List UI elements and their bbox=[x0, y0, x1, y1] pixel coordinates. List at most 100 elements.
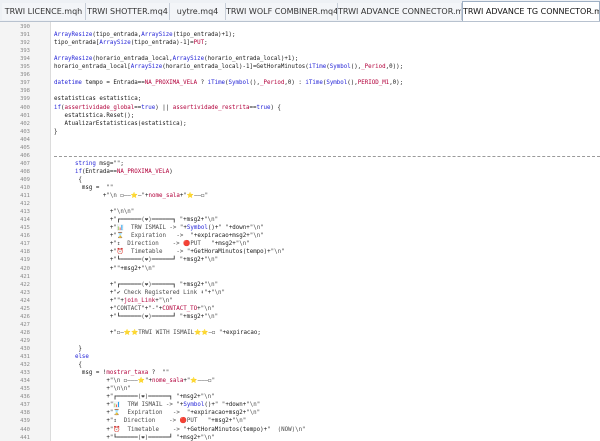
line-number: 390 bbox=[20, 24, 30, 30]
code-line[interactable]: +"↕ Direction -> 🔴PUT "+msg2+"\n" bbox=[54, 240, 250, 248]
code-token: ArraySize bbox=[99, 40, 131, 47]
code-line[interactable]: +"📊 TRW ISMAIL -> "+Symbol()+" "+down+"\… bbox=[54, 224, 264, 232]
line-number: 398 bbox=[20, 88, 30, 95]
code-line[interactable]: +"↕ Direction -> 🔴PUT "+msg2+"\n" bbox=[54, 417, 246, 425]
code-token: "📊 TRW ISMAIL -> " bbox=[113, 225, 184, 232]
line-number: 422 bbox=[20, 281, 30, 288]
code-token: ,0); bbox=[389, 80, 404, 87]
tab-2[interactable]: uytre.mq4 bbox=[170, 3, 226, 20]
code-token: " (NOW)\n" bbox=[267, 426, 306, 433]
code-token: ? bbox=[197, 80, 208, 87]
code-token: ()+ bbox=[207, 225, 219, 232]
code-token: "\n" bbox=[232, 418, 247, 425]
code-line[interactable]: estatisticas estatistica; bbox=[54, 95, 141, 103]
code-line[interactable]: +""+join_Link+"\n" bbox=[54, 297, 173, 305]
code-token: "\n ◻———⭐" bbox=[109, 378, 149, 385]
code-token: msg= bbox=[95, 160, 114, 167]
code-line[interactable]: +""+msg2+"\n" bbox=[54, 265, 155, 273]
code-line[interactable]: +"⏰ Timetable -> "+GetHoraMinutos(tempo)… bbox=[54, 426, 306, 434]
code-line[interactable]: +"◻—⭐⭐TRWI WITH ISMAIL⭐⭐—◻ "+expiracao; bbox=[54, 329, 261, 337]
code-token: (Entrada== bbox=[81, 168, 117, 175]
code-token: _Period bbox=[259, 80, 285, 87]
code-line[interactable]: estatistica.Reset(); bbox=[54, 112, 134, 120]
code-line[interactable]: +"\n\n" bbox=[54, 385, 130, 393]
code-token: (tipo_entrada, bbox=[92, 32, 142, 39]
line-number: 403 bbox=[20, 128, 30, 135]
code-token: } bbox=[54, 128, 58, 135]
line-number: 430 bbox=[20, 346, 30, 352]
code-line[interactable]: horario_entrada_local[ArraySize(horario_… bbox=[54, 63, 403, 71]
code-token: } bbox=[54, 346, 82, 352]
code-line[interactable]: AtualizarEstatisticas(estatistica); bbox=[54, 120, 187, 128]
code-line[interactable]: +"┗━━━━━━(❤)━━━━━━┛ "+msg2+"\n" bbox=[54, 313, 218, 321]
code-token: ; bbox=[120, 160, 124, 167]
code-token: + bbox=[54, 249, 114, 256]
code-line[interactable]: if(assertividade_global==true) || assert… bbox=[54, 104, 281, 112]
code-token: + bbox=[54, 225, 114, 232]
code-line[interactable]: else bbox=[54, 353, 89, 361]
code-token: + bbox=[54, 297, 114, 304]
code-line[interactable]: +"┗━━━━━━(❤)━━━━━━┛ "+msg2+"\n" bbox=[54, 256, 218, 264]
code-token: ArrayResize bbox=[54, 56, 93, 63]
code-token: string bbox=[74, 160, 96, 167]
code-line[interactable]: { bbox=[54, 176, 82, 184]
line-number: 391 bbox=[20, 32, 30, 39]
code-token: "⭐———◻" bbox=[186, 378, 216, 385]
code-line[interactable]: msg = !mostrar_taxa ? "" bbox=[54, 369, 169, 377]
code-token: "\n" bbox=[249, 225, 264, 232]
code-token: (), bbox=[350, 64, 362, 71]
code-token: + bbox=[54, 241, 114, 248]
code-line[interactable]: if(Entrada==NA_PROXIMA_VELA) bbox=[54, 168, 173, 176]
code-line[interactable]: +"\n ◻——⭐—"+nome_sala+"⭐——◻" bbox=[54, 192, 208, 200]
line-number: 436 bbox=[20, 394, 30, 401]
line-number: 417 bbox=[20, 241, 30, 248]
code-token: +down+ bbox=[228, 225, 250, 232]
tab-0[interactable]: TRWI LICENCE.mqh bbox=[2, 3, 86, 20]
code-token: +msg2+ bbox=[183, 257, 205, 264]
code-editor[interactable]: 390 391 392 393 394 395 396 397 398 399 400 401 402 4… bbox=[0, 22, 600, 441]
code-line[interactable]: +"⌛ Expiration -> "+expiracao+msg2+"\n" bbox=[54, 409, 260, 417]
code-token: AtualizarEstatisticas(estatistica); bbox=[54, 120, 187, 127]
code-line[interactable]: string msg=""; bbox=[54, 160, 124, 168]
tab-4[interactable]: TRWI ADVANCE CONNECTOR.mq4 bbox=[338, 3, 462, 20]
code-line[interactable]: ArrayResize(horario_entrada_local,ArrayS… bbox=[54, 55, 298, 63]
tab-5[interactable]: TRWI ADVANCE TG CONNECTOR.mq4 bbox=[462, 1, 600, 21]
code-line[interactable]: +"┏━━━━━━(❤)━━━━━━┓ "+msg2+"\n" bbox=[54, 281, 218, 289]
code-line[interactable]: msg = "" bbox=[54, 184, 113, 192]
code-token: if bbox=[74, 168, 82, 175]
line-number: 421 bbox=[20, 273, 30, 280]
code-token: msg = ! bbox=[54, 370, 107, 377]
code-token: +msg2+ bbox=[179, 394, 201, 401]
tab-3[interactable]: TRWI WOLF COMBINER.mq4 bbox=[226, 3, 338, 20]
code-line[interactable]: +"✔ Check Registered Link ⬇"+"\n" bbox=[54, 289, 225, 297]
code-line[interactable]: } bbox=[54, 345, 82, 353]
code-line[interactable]: +"┏━━━━━━(❤)━━━━━━┓ "+msg2+"\n" bbox=[54, 216, 218, 224]
code-line[interactable]: +"\n\n" bbox=[54, 208, 134, 216]
code-token: + bbox=[54, 209, 114, 216]
code-line[interactable]: } bbox=[54, 128, 58, 136]
code-line[interactable]: +"⌛ Expiration -> "+expiracao+msg2+"\n" bbox=[54, 232, 264, 240]
code-line[interactable]: +"┏━━━━━━(❤)━━━━━━┓ "+msg2+"\n" bbox=[54, 393, 214, 401]
code-line[interactable]: +"📊 TRW ISMAIL -> "+Symbol()+" "+down+"\… bbox=[54, 401, 260, 409]
code-token: ) bbox=[169, 168, 173, 175]
code-token: true bbox=[256, 104, 271, 111]
code-token: "\n" bbox=[270, 249, 285, 256]
code-line[interactable]: { bbox=[54, 361, 82, 369]
line-number: 416 bbox=[20, 233, 30, 240]
code-token: "↕ Direction -> 🔴PUT " bbox=[113, 241, 215, 248]
code-line[interactable]: +"┗━━━━━━(❤)━━━━━━┛ "+msg2+"\n" bbox=[54, 434, 214, 441]
code-line[interactable]: ArrayResize(tipo_entrada,ArraySize(tipo_… bbox=[54, 31, 236, 39]
code-line[interactable]: tipo_entrada[ArraySize(tipo_entrada)-1]=… bbox=[54, 39, 208, 47]
code-line[interactable]: +"⏰ Timetable -> "+GetHoraMinutos(tempo)… bbox=[54, 248, 285, 256]
code-line[interactable]: +"CONTACT"+"-"+CONTACT_TO+"\n" bbox=[54, 305, 215, 313]
code-token: + bbox=[54, 305, 114, 312]
line-number: 423 bbox=[20, 289, 30, 296]
code-token: "" bbox=[162, 370, 170, 377]
code-line[interactable]: +"\n ◻———⭐"+nome_sala+"⭐———◻" bbox=[54, 377, 215, 385]
code-line[interactable]: datetime tempo = Entrada==NA_PROXIMA_VEL… bbox=[54, 79, 403, 87]
code-token: "\n" bbox=[200, 305, 215, 312]
line-number: 424 bbox=[20, 297, 30, 304]
code-token: iTime bbox=[207, 80, 226, 87]
tab-1[interactable]: TRWI SHOTTER.mq4 bbox=[86, 3, 170, 20]
